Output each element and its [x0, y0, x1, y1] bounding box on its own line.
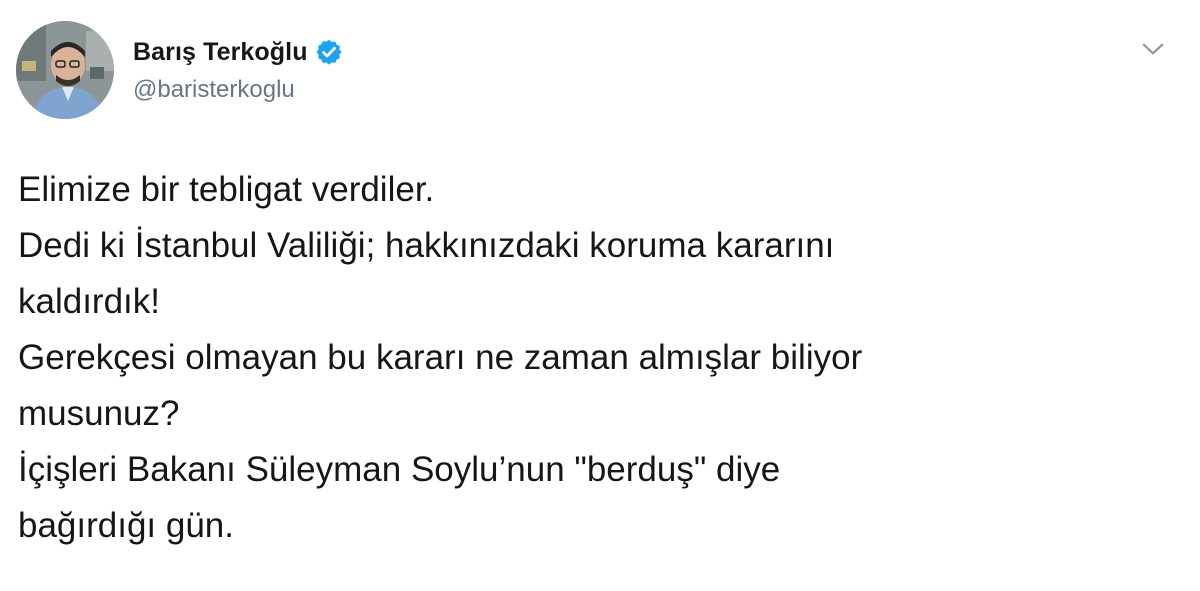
verified-badge-icon: [315, 39, 342, 65]
tweet-text-line: musunuz?: [18, 394, 180, 433]
tweet-text-line: Gerekçesi olmayan bu kararı ne zaman alm…: [18, 338, 863, 377]
tweet-text-line: bağırdığı gün.: [18, 506, 234, 545]
avatar[interactable]: [16, 21, 114, 119]
tweet-text-line: Elimize bir tebligat verdiler.: [18, 170, 435, 209]
author-display-name[interactable]: Barış Terkoğlu: [133, 38, 308, 67]
tweet-text-line: Dedi ki İstanbul Valiliği; hakkınızdaki …: [18, 226, 835, 265]
tweet-card: Barış Terkoğlu @baristerkoglu Elimize bi…: [0, 0, 1200, 591]
tweet-text-line: kaldırdık!: [18, 282, 160, 321]
tweet-text: Elimize bir tebligat verdiler. Dedi ki İ…: [18, 162, 1178, 554]
avatar-image: [16, 21, 114, 119]
author-name-row: Barış Terkoğlu: [133, 36, 343, 68]
tweet-text-line: İçişleri Bakanı Süleyman Soylu’nun "berd…: [18, 450, 781, 489]
author-handle[interactable]: @baristerkoglu: [133, 76, 295, 104]
chevron-down-icon[interactable]: [1140, 36, 1166, 62]
